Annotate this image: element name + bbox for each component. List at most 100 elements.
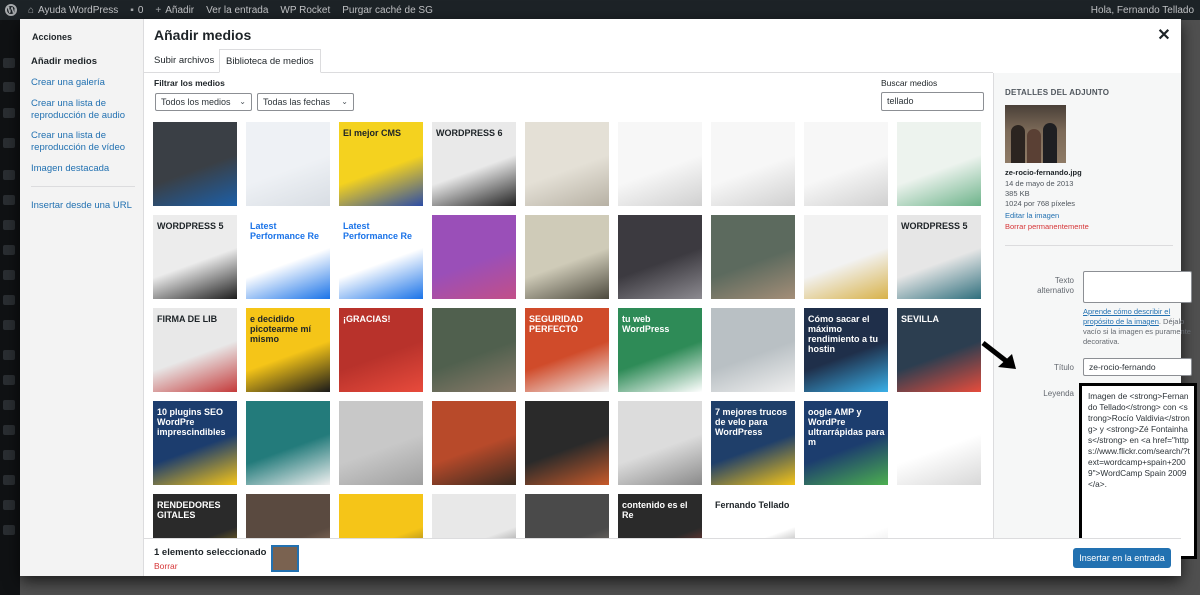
menu-icon xyxy=(3,525,15,535)
menu-icon xyxy=(3,400,15,410)
alt-help-link[interactable]: Aprende cómo describir el propósito de l… xyxy=(1083,307,1170,326)
thumbnail-image xyxy=(246,401,330,485)
media-thumbnail[interactable] xyxy=(897,122,981,206)
thumbnail-image xyxy=(246,122,330,206)
thumbnail-caption: SEGURIDAD PERFECTO xyxy=(529,314,584,334)
media-thumbnail[interactable]: e decidido picotearme mí mismo xyxy=(246,308,330,392)
close-icon[interactable]: ✕ xyxy=(1154,26,1174,46)
clear-selection-link[interactable]: Borrar xyxy=(154,561,178,571)
thumbnail-caption: contenido es el Re xyxy=(622,500,688,520)
media-thumbnail[interactable]: tu web WordPress xyxy=(618,308,702,392)
media-thumbnail[interactable]: RENDEDORES GITALES xyxy=(153,494,237,538)
sidebar-item-audio-playlist[interactable]: Crear una lista de reproducción de audio xyxy=(31,98,141,122)
media-thumbnail[interactable]: Latest Performance Re xyxy=(246,215,330,299)
media-thumbnail[interactable] xyxy=(246,494,330,538)
caption-textarea[interactable]: Imagen de <strong>Fernando Tellado</stro… xyxy=(1079,383,1197,559)
admin-bar-purge[interactable]: Purgar caché de SG xyxy=(336,5,439,16)
media-thumbnail[interactable] xyxy=(246,122,330,206)
media-thumbnail[interactable] xyxy=(711,122,795,206)
thumbnail-caption: WORDPRESS 5 xyxy=(901,221,968,231)
thumbnail-image xyxy=(525,494,609,538)
media-thumbnail[interactable] xyxy=(618,122,702,206)
tab-media-library[interactable]: Biblioteca de medios xyxy=(219,49,321,73)
thumbnail-image xyxy=(153,122,237,206)
tab-upload-files[interactable]: Subir archivos xyxy=(148,49,220,73)
sidebar-item-video-playlist[interactable]: Crear una lista de reproducción de vídeo xyxy=(31,130,141,154)
media-thumbnail[interactable]: 7 mejores trucos de velo para WordPress xyxy=(711,401,795,485)
media-thumbnail[interactable]: WORDPRESS 6 xyxy=(432,122,516,206)
thumbnail-caption: Cómo sacar el máximo rendimiento a tu ho… xyxy=(808,314,879,354)
media-thumbnail[interactable] xyxy=(804,122,888,206)
media-thumbnail[interactable] xyxy=(897,401,981,485)
thumbnail-caption: 7 mejores trucos de velo para WordPress xyxy=(715,407,788,437)
sidebar-item-featured-image[interactable]: Imagen destacada xyxy=(31,163,141,175)
media-thumbnail[interactable] xyxy=(525,215,609,299)
thumbnail-caption: oogle AMP y WordPre ultrarrápidas para m xyxy=(808,407,885,447)
media-type-select[interactable]: Todos los medios ⌄ xyxy=(155,93,252,111)
media-thumbnail[interactable]: oogle AMP y WordPre ultrarrápidas para m xyxy=(804,401,888,485)
search-input[interactable]: tellado xyxy=(881,92,984,111)
admin-bar-account[interactable]: Hola, Fernando Tellado xyxy=(1085,5,1200,16)
selected-thumbnail[interactable] xyxy=(271,545,299,572)
title-label: Título xyxy=(1053,363,1074,372)
media-thumbnail[interactable] xyxy=(804,215,888,299)
media-thumbnail[interactable]: ¡GRACIAS! xyxy=(339,308,423,392)
admin-bar-comments[interactable]: ▪ 0 xyxy=(124,5,149,16)
thumbnail-caption: ¡GRACIAS! xyxy=(343,314,391,324)
sidebar-item-create-gallery[interactable]: Crear una galería xyxy=(31,77,141,89)
menu-icon xyxy=(3,82,15,92)
insert-into-post-button[interactable]: Insertar en la entrada xyxy=(1073,548,1171,568)
attachment-details: DETALLES DEL ADJUNTO ze-rocio-fernando.j… xyxy=(993,73,1197,559)
thumbnail-image xyxy=(804,494,888,538)
media-thumbnail[interactable]: contenido es el Re xyxy=(618,494,702,538)
menu-icon xyxy=(3,450,15,460)
media-thumbnail[interactable]: WORDPRESS 5 xyxy=(153,215,237,299)
media-thumbnail[interactable] xyxy=(525,122,609,206)
media-thumbnail[interactable] xyxy=(804,494,888,538)
alt-text-input[interactable] xyxy=(1083,271,1192,303)
media-thumbnail[interactable] xyxy=(432,494,516,538)
media-thumbnail[interactable]: Latest Performance Re xyxy=(339,215,423,299)
media-date-select[interactable]: Todas las fechas ⌄ xyxy=(257,93,354,111)
details-heading: DETALLES DEL ADJUNTO xyxy=(1005,88,1110,97)
media-thumbnail[interactable] xyxy=(618,215,702,299)
sidebar-item-insert-url[interactable]: Insertar desde una URL xyxy=(31,200,141,212)
media-thumbnail[interactable] xyxy=(432,401,516,485)
media-thumbnail[interactable] xyxy=(153,122,237,206)
media-thumbnail[interactable]: Cómo sacar el máximo rendimiento a tu ho… xyxy=(804,308,888,392)
media-thumbnail[interactable] xyxy=(711,215,795,299)
media-thumbnail[interactable]: WORDPRESS 5 xyxy=(897,215,981,299)
title-input[interactable]: ze-rocio-fernando xyxy=(1083,358,1192,376)
media-thumbnail[interactable] xyxy=(711,308,795,392)
delete-permanently-link[interactable]: Borrar permanentemente xyxy=(1005,222,1089,232)
media-thumbnail[interactable] xyxy=(432,215,516,299)
admin-bar-view-entry[interactable]: Ver la entrada xyxy=(200,5,274,16)
media-thumbnail[interactable]: Fernando Tellado xyxy=(711,494,795,538)
media-thumbnail[interactable] xyxy=(525,494,609,538)
thumbnail-caption: SEVILLA xyxy=(901,314,940,324)
menu-icon xyxy=(3,475,15,485)
admin-bar-site[interactable]: ⌂ Ayuda WordPress xyxy=(22,5,124,16)
thumbnail-caption: Fernando Tellado xyxy=(715,500,790,510)
alt-text-label: Texto alternativo xyxy=(1037,276,1074,295)
admin-bar-new[interactable]: + Añadir xyxy=(149,5,200,16)
edit-image-link[interactable]: Editar la imagen xyxy=(1005,211,1059,221)
thumbnail-image xyxy=(618,122,702,206)
wordpress-logo-icon[interactable]: W xyxy=(0,0,22,20)
media-thumbnail[interactable] xyxy=(339,401,423,485)
thumbnail-image xyxy=(525,401,609,485)
media-thumbnail[interactable] xyxy=(246,401,330,485)
media-thumbnail[interactable]: SEGURIDAD PERFECTO xyxy=(525,308,609,392)
sidebar-item-add-media[interactable]: Añadir medios xyxy=(31,56,141,68)
media-thumbnail[interactable] xyxy=(339,494,423,538)
media-thumbnail[interactable] xyxy=(525,401,609,485)
thumbnail-image xyxy=(432,494,516,538)
media-thumbnail[interactable]: 10 plugins SEO WordPre imprescindibles xyxy=(153,401,237,485)
home-icon: ⌂ xyxy=(28,4,35,16)
media-thumbnail[interactable] xyxy=(432,308,516,392)
admin-bar-rocket[interactable]: WP Rocket xyxy=(274,5,336,16)
media-thumbnail[interactable]: El mejor CMS xyxy=(339,122,423,206)
media-thumbnail[interactable] xyxy=(618,401,702,485)
media-thumbnail[interactable]: FIRMA DE LIB xyxy=(153,308,237,392)
media-thumbnail[interactable]: SEVILLA xyxy=(897,308,981,392)
